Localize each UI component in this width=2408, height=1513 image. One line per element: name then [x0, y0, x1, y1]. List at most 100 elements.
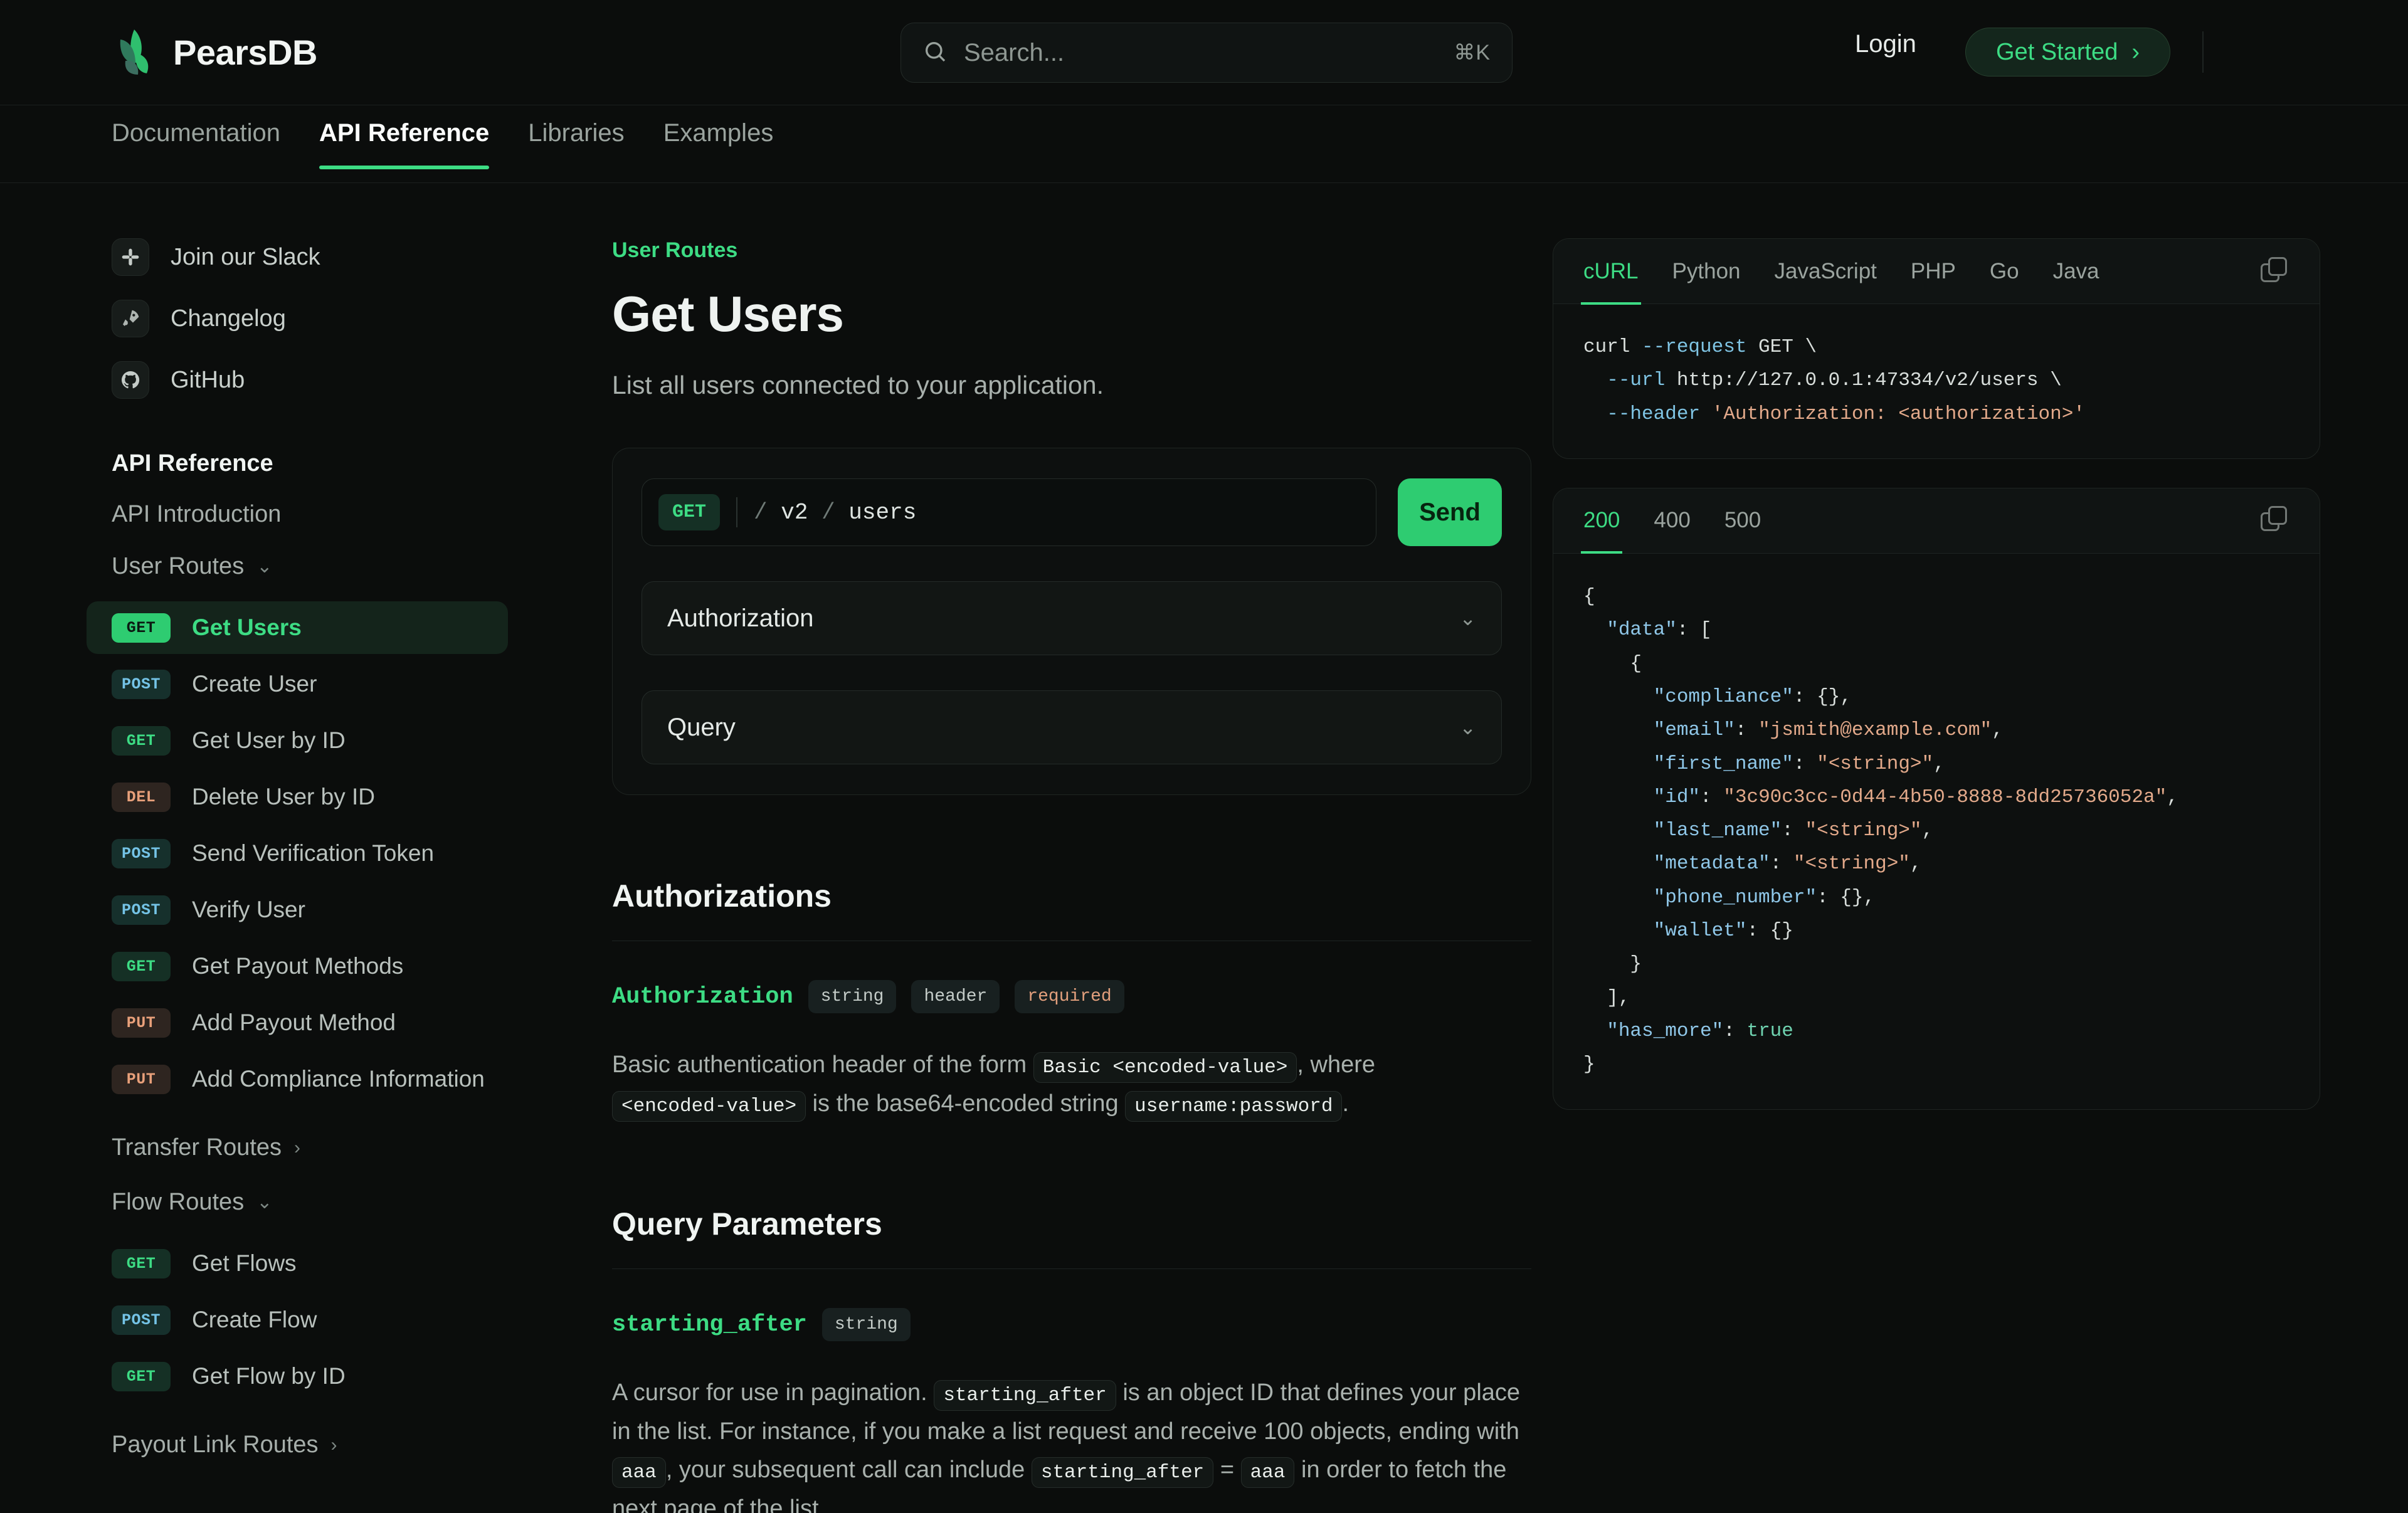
desc-text: A cursor for use in pagination.: [612, 1379, 927, 1406]
sidebar-item-label: Get Payout Methods: [192, 953, 404, 979]
sidebar-item-get-flow-by-id[interactable]: GET Get Flow by ID: [87, 1350, 508, 1403]
inline-code: starting_after: [1031, 1457, 1214, 1489]
param-tag-type: string: [808, 980, 897, 1013]
tab-status-400[interactable]: 400: [1654, 488, 1690, 554]
sidebar-item-label: Add Payout Method: [192, 1010, 396, 1035]
sidebar-item-create-user[interactable]: POST Create User: [87, 658, 508, 710]
sidebar-item-label: Changelog: [171, 305, 286, 332]
brand-logo-link[interactable]: PearsDB: [112, 28, 317, 77]
sidebar-item-label: GitHub: [171, 366, 245, 393]
sidebar-group-flow-routes[interactable]: Flow Routes ⌄: [112, 1189, 524, 1216]
sidebar-item-label: Create User: [192, 671, 317, 697]
sidebar-item-label: Get Users: [192, 614, 302, 640]
tab-go[interactable]: Go: [1990, 239, 2019, 304]
method-badge: POST: [112, 1305, 171, 1335]
tab-status-200[interactable]: 200: [1580, 488, 1623, 554]
request-code-body: curl --request GET \ --url http://127.0.…: [1553, 304, 2320, 458]
response-code-body: { "data": [ { "compliance": {}, "email":…: [1553, 554, 2320, 1109]
method-badge: GET: [112, 951, 171, 981]
inline-code: starting_after: [934, 1380, 1116, 1411]
param-tag-location: header: [911, 980, 1000, 1013]
sidebar-group-payout-link-routes[interactable]: Payout Link Routes ›: [112, 1431, 524, 1458]
sidebar-item-create-flow[interactable]: POST Create Flow: [87, 1294, 508, 1346]
sidebar-item-label: Get Flow by ID: [192, 1363, 346, 1389]
sidebar-item-get-user-by-id[interactable]: GET Get User by ID: [87, 714, 508, 767]
github-icon: [112, 361, 149, 399]
send-button[interactable]: Send: [1398, 478, 1502, 546]
sidebar-item-label: Get Flows: [192, 1250, 297, 1276]
method-badge: PUT: [112, 1008, 171, 1038]
sidebar-item-label: Send Verification Token: [192, 840, 435, 866]
accordion-authorization[interactable]: Authorization ⌄: [642, 581, 1502, 655]
sidebar-item-changelog[interactable]: Changelog: [112, 300, 524, 337]
method-badge: GET: [112, 1248, 171, 1278]
equals-sign: =: [1220, 1457, 1235, 1484]
sidebar-group-label: Transfer Routes: [112, 1134, 282, 1161]
accordion-label: Authorization: [667, 604, 814, 632]
tab-api-reference[interactable]: API Reference: [319, 119, 490, 169]
breadcrumb[interactable]: User Routes: [612, 238, 1521, 263]
search-input[interactable]: Search... ⌘K: [900, 23, 1513, 83]
response-code: { "data": [ { "compliance": {}, "email":…: [1583, 585, 2178, 1076]
tab-examples[interactable]: Examples: [663, 119, 774, 169]
method-badge: GET: [112, 613, 171, 643]
sidebar-item-get-payout-methods[interactable]: GET Get Payout Methods: [87, 940, 508, 993]
chevron-down-icon: ⌄: [256, 1192, 273, 1213]
sidebar-item-label: Join our Slack: [171, 243, 320, 270]
sidebar-group-user-routes[interactable]: User Routes ⌄: [112, 553, 524, 580]
sidebar-item-label: Get User by ID: [192, 727, 346, 753]
copy-icon[interactable]: [2261, 256, 2289, 286]
sidebar-item-api-introduction[interactable]: API Introduction: [112, 501, 524, 528]
chevron-down-icon: ⌄: [1459, 716, 1476, 739]
copy-icon[interactable]: [2261, 506, 2289, 535]
search-placeholder: Search...: [964, 38, 1065, 66]
sidebar-item-label: Create Flow: [192, 1307, 317, 1332]
request-url-row: GET / v2 / users Send: [642, 478, 1502, 546]
param-description-starting-after: A cursor for use in pagination. starting…: [612, 1374, 1531, 1513]
section-heading-authorizations: Authorizations: [612, 878, 832, 914]
param-tag-type: string: [821, 1308, 911, 1342]
tab-java[interactable]: Java: [2053, 239, 2099, 304]
tab-python[interactable]: Python: [1672, 239, 1741, 304]
sidebar-group-transfer-routes[interactable]: Transfer Routes ›: [112, 1134, 524, 1161]
request-code-panel: cURL Python JavaScript PHP Go Java curl …: [1553, 238, 2320, 459]
sidebar-item-get-users[interactable]: GET Get Users: [87, 601, 508, 654]
main-content: User Routes Get Users List all users con…: [524, 183, 1531, 1513]
tab-curl[interactable]: cURL: [1581, 239, 1641, 305]
chevron-right-icon: ›: [2131, 38, 2140, 65]
accordion-query[interactable]: Query ⌄: [642, 690, 1502, 764]
login-link[interactable]: Login: [1855, 30, 1916, 58]
accordion-label: Query: [667, 713, 736, 741]
slack-icon: [112, 238, 149, 276]
param-name: Authorization: [612, 983, 793, 1010]
inline-code: Basic <encoded-value>: [1033, 1052, 1297, 1083]
tab-libraries[interactable]: Libraries: [528, 119, 624, 169]
method-badge: POST: [112, 669, 171, 699]
tab-php[interactable]: PHP: [1911, 239, 1956, 304]
sidebar-item-label: Add Compliance Information: [192, 1066, 485, 1092]
desc-text: , where: [1297, 1052, 1376, 1078]
request-url-input[interactable]: GET / v2 / users: [642, 478, 1376, 546]
inline-code: username:password: [1125, 1090, 1343, 1122]
chevron-right-icon: ›: [330, 1434, 337, 1455]
sidebar-item-verify-user[interactable]: POST Verify User: [87, 883, 508, 936]
tab-javascript[interactable]: JavaScript: [1775, 239, 1877, 304]
inline-code: aaa: [612, 1457, 666, 1489]
top-header-bar: PearsDB Search... ⌘K Login Get Started ›: [0, 0, 2408, 105]
primary-tabs: Documentation API Reference Libraries Ex…: [0, 105, 2408, 183]
method-badge: GET: [658, 494, 721, 530]
sidebar-item-send-verification-token[interactable]: POST Send Verification Token: [87, 827, 508, 880]
tab-status-500[interactable]: 500: [1724, 488, 1761, 554]
inline-code: <encoded-value>: [612, 1090, 806, 1122]
sidebar-item-get-flows[interactable]: GET Get Flows: [87, 1237, 508, 1290]
get-started-button[interactable]: Get Started ›: [1965, 28, 2170, 76]
sidebar-item-delete-user-by-id[interactable]: DEL Delete User by ID: [87, 771, 508, 823]
tab-documentation[interactable]: Documentation: [112, 119, 280, 169]
sidebar-item-add-compliance-information[interactable]: PUT Add Compliance Information: [87, 1053, 508, 1105]
brand-name: PearsDB: [173, 33, 317, 72]
sidebar-item-add-payout-method[interactable]: PUT Add Payout Method: [87, 996, 508, 1049]
sidebar-item-slack[interactable]: Join our Slack: [112, 238, 524, 276]
param-authorization: Authorization string header required: [612, 980, 1521, 1013]
sidebar-item-github[interactable]: GitHub: [112, 361, 524, 399]
method-badge: PUT: [112, 1064, 171, 1094]
